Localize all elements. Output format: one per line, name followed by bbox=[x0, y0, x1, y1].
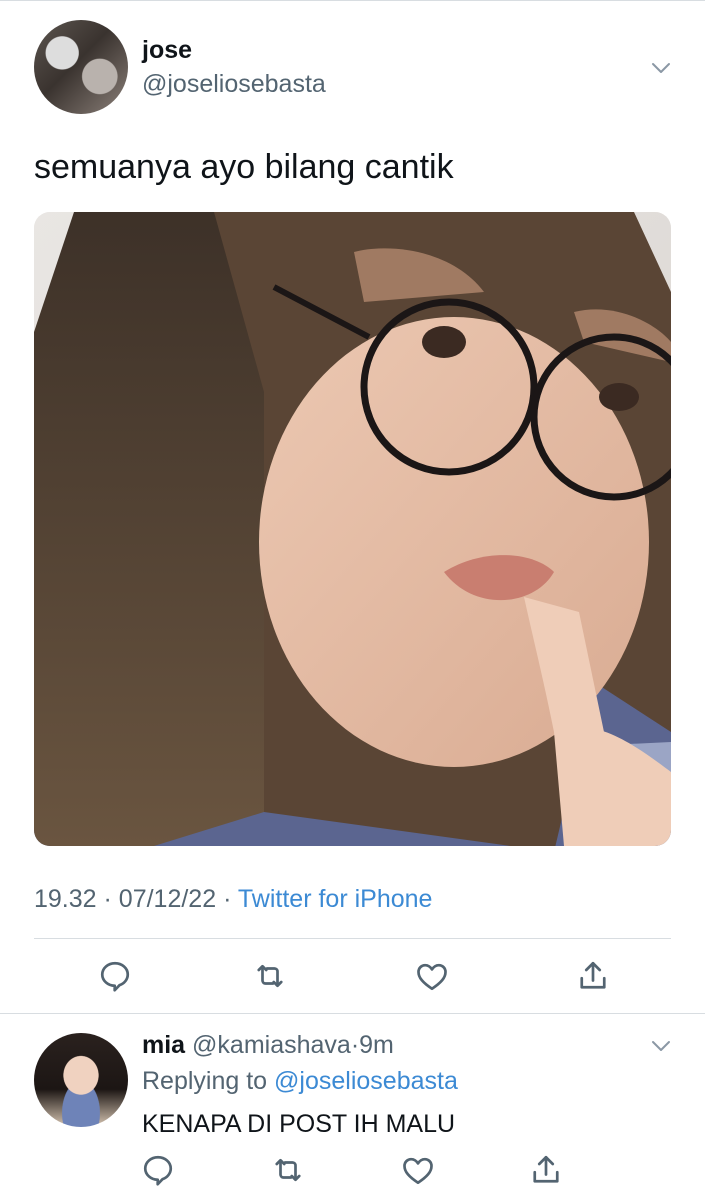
replying-to: Replying to @joseliosebasta bbox=[142, 1067, 458, 1096]
selfie-photo-illustration bbox=[34, 212, 671, 846]
reply-icon[interactable] bbox=[140, 1152, 176, 1188]
reply-icon[interactable] bbox=[97, 958, 133, 994]
author-name[interactable]: jose bbox=[142, 36, 192, 65]
tweet-meta: 19.32 · 07/12/22 · Twitter for iPhone bbox=[34, 885, 432, 914]
tweet-date: 07/12/22 bbox=[118, 885, 217, 913]
replying-mention-link[interactable]: @joseliosebasta bbox=[274, 1067, 458, 1095]
author-handle[interactable]: @joseliosebasta bbox=[142, 70, 326, 99]
replying-label: Replying to bbox=[142, 1067, 268, 1095]
reply-header: mia @kamiashava·9m bbox=[142, 1031, 394, 1060]
share-icon[interactable] bbox=[575, 958, 611, 994]
tweet-photo[interactable] bbox=[34, 212, 671, 846]
reply-separator: · bbox=[350, 1031, 360, 1059]
chevron-down-icon[interactable] bbox=[651, 62, 671, 74]
tweet-time: 19.32 bbox=[34, 885, 97, 913]
meta-separator: · bbox=[103, 885, 112, 913]
reply-age: 9m bbox=[359, 1031, 394, 1059]
author-avatar[interactable] bbox=[34, 20, 128, 114]
chevron-down-icon[interactable] bbox=[651, 1040, 671, 1052]
tweet-source-link[interactable]: Twitter for iPhone bbox=[238, 885, 433, 913]
reply-author-handle[interactable]: @kamiashava bbox=[192, 1031, 351, 1059]
tweet-text: semuanya ayo bilang cantik bbox=[34, 148, 454, 186]
reply-text: KENAPA DI POST IH MALU bbox=[142, 1110, 456, 1138]
top-divider bbox=[0, 0, 705, 1]
reply-author-name[interactable]: mia bbox=[142, 1031, 185, 1059]
meta-divider bbox=[34, 938, 671, 939]
share-icon[interactable] bbox=[528, 1152, 564, 1188]
reply-author-avatar[interactable] bbox=[34, 1033, 128, 1127]
meta-separator: · bbox=[223, 885, 232, 913]
retweet-icon[interactable] bbox=[270, 1152, 306, 1188]
thread-divider bbox=[0, 1013, 705, 1014]
retweet-icon[interactable] bbox=[252, 958, 288, 994]
like-icon[interactable] bbox=[414, 958, 450, 994]
like-icon[interactable] bbox=[400, 1152, 436, 1188]
